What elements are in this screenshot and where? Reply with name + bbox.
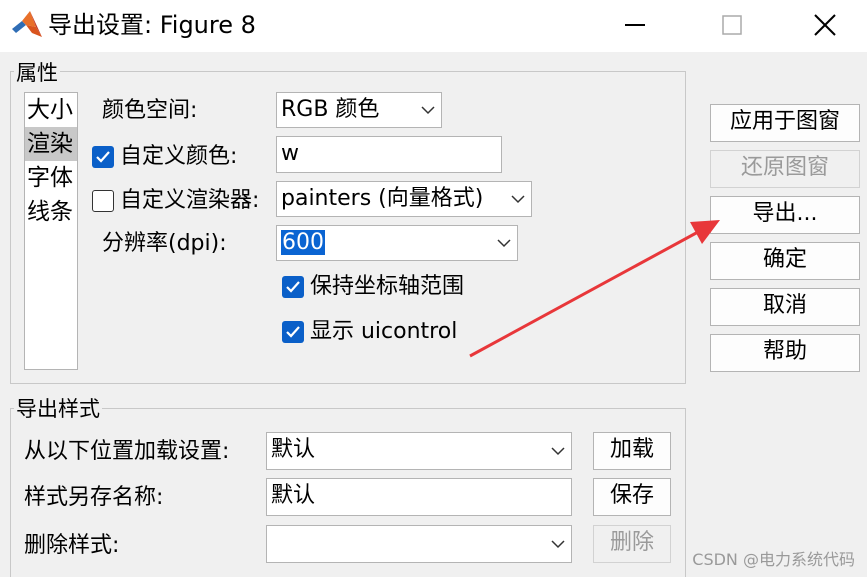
delete-style-label: 删除样式: [24,533,120,558]
chevron-down-icon [551,447,565,456]
window-title: 导出设置: Figure 8 [48,11,256,39]
checkmark-icon [286,281,300,293]
checkmark-icon [286,326,300,338]
keep-axes-limits-row[interactable]: 保持坐标轴范围 [282,272,464,302]
chevron-down-icon [551,540,565,549]
cancel-button[interactable]: 取消 [710,288,860,326]
category-item-font[interactable]: 字体 [25,161,77,195]
properties-group-label: 属性 [14,60,60,86]
watermark: CSDN @电力系统代码 [692,550,855,569]
title-bar: 导出设置: Figure 8 [0,0,867,52]
custom-color-label: 自定义颜色: [120,144,238,169]
maximize-icon [722,15,742,35]
chevron-down-icon [511,195,525,204]
chevron-down-icon [421,106,435,115]
show-uicontrol-label: 显示 uicontrol [310,319,458,344]
custom-color-checkbox[interactable] [92,146,114,168]
show-uicontrol-checkbox[interactable] [282,321,304,343]
apply-to-figure-button[interactable]: 应用于图窗 [710,104,860,142]
load-settings-value: 默认 [271,437,316,462]
custom-renderer-label: 自定义渲染器: [120,188,260,213]
save-button[interactable]: 保存 [593,478,671,516]
resolution-value: 600 [281,230,325,255]
resolution-dropdown[interactable]: 600 [276,225,518,261]
resolution-label: 分辨率(dpi): [102,231,227,256]
load-settings-dropdown[interactable]: 默认 [266,432,572,470]
load-settings-label: 从以下位置加载设置: [24,439,230,464]
custom-color-checkbox-row[interactable]: 自定义颜色: [92,142,237,172]
delete-button[interactable]: 删除 [593,525,671,563]
save-style-name-field[interactable]: 默认 [266,478,572,516]
chevron-down-icon [497,239,511,248]
save-style-label: 样式另存名称: [24,485,164,510]
keep-axes-limits-label: 保持坐标轴范围 [310,274,465,299]
matlab-logo-icon [12,11,42,37]
color-space-value: RGB 颜色 [281,97,380,122]
custom-renderer-checkbox[interactable] [92,190,114,212]
ok-button[interactable]: 确定 [710,242,860,280]
color-space-label: 颜色空间: [102,98,198,123]
close-button[interactable] [800,6,850,44]
renderer-dropdown[interactable]: painters (向量格式) [276,181,532,217]
minimize-button[interactable] [610,6,660,44]
custom-renderer-checkbox-row[interactable]: 自定义渲染器: [92,186,259,216]
keep-axes-limits-checkbox[interactable] [282,276,304,298]
delete-style-dropdown[interactable] [266,525,572,563]
category-item-size[interactable]: 大小 [25,93,77,127]
load-button[interactable]: 加载 [593,432,671,470]
export-style-group-label: 导出样式 [14,396,102,422]
restore-figure-button[interactable]: 还原图窗 [710,150,860,188]
help-button[interactable]: 帮助 [710,334,860,372]
minimize-icon [625,24,645,26]
category-item-lines[interactable]: 线条 [25,195,77,229]
category-list[interactable]: 大小 渲染 字体 线条 [24,92,78,370]
maximize-button[interactable] [707,6,757,44]
export-button[interactable]: 导出... [710,196,860,234]
color-space-dropdown[interactable]: RGB 颜色 [276,92,442,128]
custom-color-field[interactable]: w [276,136,502,173]
checkmark-icon [96,151,110,163]
show-uicontrol-row[interactable]: 显示 uicontrol [282,317,457,347]
close-icon [814,14,836,36]
category-item-rendering[interactable]: 渲染 [25,127,77,161]
renderer-value: painters (向量格式) [281,186,484,211]
